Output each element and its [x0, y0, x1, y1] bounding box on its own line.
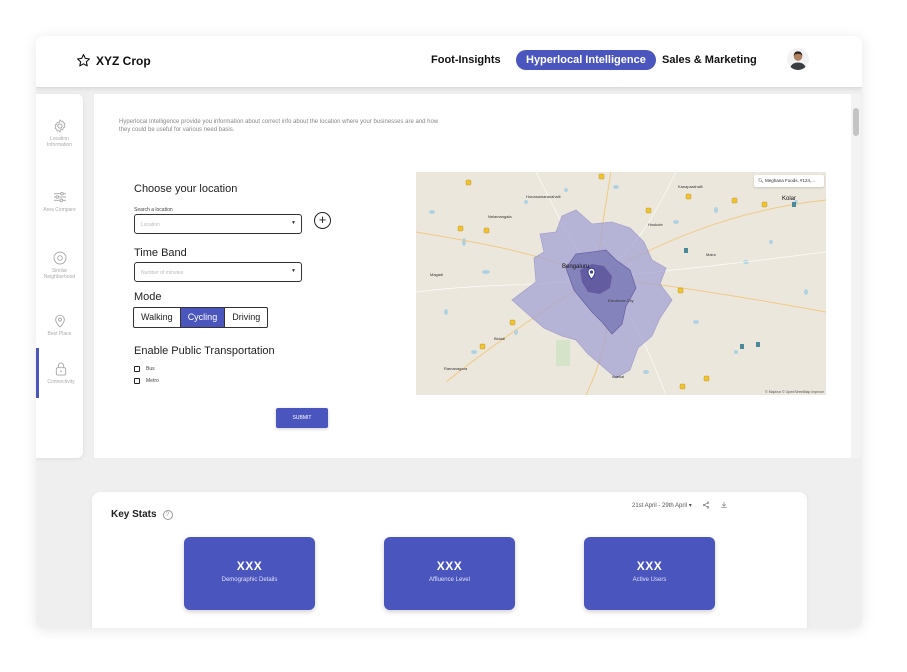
- map-label: Electronic City: [608, 298, 634, 303]
- nav-hyperlocal-intelligence[interactable]: Hyperlocal Intelligence: [516, 50, 656, 70]
- top-header: XYZ Crop Foot-Insights Hyperlocal Intell…: [36, 36, 862, 88]
- stat-value: XXX: [636, 559, 663, 573]
- time-band-placeholder: Number of minutes: [141, 270, 184, 276]
- location-placeholder: Location: [141, 222, 160, 228]
- isochrone-map[interactable]: 🔍︎ Meghana Foods, #124,... Hunasamaranah…: [416, 172, 826, 395]
- mode-driving-button[interactable]: Driving: [225, 308, 267, 327]
- mode-walking-button[interactable]: Walking: [134, 308, 181, 327]
- logo-text: XYZ Crop: [96, 53, 151, 68]
- bus-checkbox[interactable]: Bus: [134, 366, 155, 372]
- gear-icon: [54, 119, 65, 133]
- user-avatar-icon: [787, 48, 809, 70]
- sidebar-item-label: Location Information: [46, 136, 72, 148]
- map-label: Magadi: [430, 272, 444, 277]
- location-select[interactable]: Location ▼: [134, 214, 302, 234]
- caret-down-icon: ▼: [291, 268, 296, 274]
- submit-button[interactable]: SUBMIT: [276, 408, 328, 428]
- stat-label: Active Users: [632, 577, 667, 583]
- checkbox-box[interactable]: [134, 366, 140, 372]
- vertical-scrollbar[interactable]: [851, 94, 861, 458]
- nav-sales-marketing[interactable]: Sales & Marketing: [662, 50, 757, 70]
- sliders-icon: [53, 191, 66, 203]
- sidebar-item-location-information[interactable]: Location Information: [36, 108, 83, 158]
- map-search-text: Meghana Foods, #124,...: [764, 178, 816, 183]
- sidebar-item-area-compare[interactable]: Area Compare: [36, 176, 83, 226]
- date-range-select[interactable]: 21st April - 29th April ▾: [632, 502, 692, 509]
- stat-value: XXX: [436, 559, 463, 573]
- stat-value: XXX: [236, 559, 263, 573]
- date-range-controls: 21st April - 29th April ▾: [632, 501, 728, 509]
- stat-card-active-users[interactable]: XXX Active Users: [584, 537, 715, 610]
- map-label: Hoskote: [648, 222, 663, 227]
- key-stats-card: Key Stats ? 21st April - 29th April ▾ XX…: [92, 492, 807, 628]
- key-stats-label: Key Stats: [111, 509, 157, 520]
- map-label: Malur: [706, 252, 717, 257]
- bus-label: Bus: [146, 366, 155, 372]
- map-search-box[interactable]: 🔍︎ Meghana Foods, #124,...: [754, 175, 824, 187]
- map-label: Hunasamaranahalli: [526, 194, 561, 199]
- mode-cycling-button[interactable]: Cycling: [180, 308, 226, 327]
- avatar[interactable]: [787, 48, 809, 70]
- lock-icon: [55, 362, 67, 376]
- mode-title: Mode: [134, 291, 162, 303]
- metro-label: Metro: [146, 378, 159, 384]
- plus-icon: +: [318, 212, 327, 227]
- stat-card-demographic[interactable]: XXX Demographic Details: [184, 537, 315, 610]
- map-label: Ramanagara: [444, 366, 468, 371]
- nav-foot-insights[interactable]: Foot-Insights: [431, 50, 501, 70]
- map-canvas: [416, 172, 826, 395]
- add-location-button[interactable]: +: [314, 212, 331, 229]
- eye-icon: [53, 251, 66, 265]
- search-location-label: Search a location: [134, 207, 173, 213]
- map-label: Anekal: [612, 374, 625, 379]
- public-transport-title: Enable Public Transportation: [134, 345, 275, 357]
- stat-label: Demographic Details: [221, 577, 278, 583]
- search-icon: 🔍︎: [758, 178, 765, 183]
- time-band-title: Time Band: [134, 247, 187, 259]
- mode-toggle-group: Walking Cycling Driving: [133, 307, 269, 328]
- star-logo-icon: [77, 54, 90, 67]
- logo[interactable]: XYZ Crop: [76, 53, 151, 68]
- checkbox-box[interactable]: [134, 378, 140, 384]
- key-stats-title: Key Stats ?: [111, 509, 173, 520]
- map-attribution[interactable]: © Mapbox © OpenStreetMap Improve: [765, 390, 824, 394]
- map-label: Kanaparahalli: [678, 184, 703, 189]
- stat-card-affluence[interactable]: XXX Affluence Level: [384, 537, 515, 610]
- time-band-select[interactable]: Number of minutes ▼: [134, 262, 302, 282]
- sidebar-item-label: Best Place: [47, 331, 72, 337]
- share-icon[interactable]: [702, 501, 710, 509]
- scrollbar-thumb[interactable]: [853, 108, 859, 136]
- map-label: Bengaluru: [562, 264, 590, 270]
- sidebar-item-best-place[interactable]: Best Place: [36, 300, 83, 350]
- sidebar-item-label: Connectivity: [47, 379, 75, 385]
- caret-down-icon: ▼: [291, 220, 296, 226]
- intro-text: Hyperlocal Intelligence provide you info…: [119, 119, 439, 133]
- sidebar-item-similar-neighborhood[interactable]: Similar Neighborhood: [36, 240, 83, 290]
- location-pin-icon: [54, 314, 65, 328]
- choose-location-title: Choose your location: [134, 183, 238, 195]
- map-label: Bidadi: [494, 336, 506, 341]
- metro-checkbox[interactable]: Metro: [134, 378, 159, 384]
- download-icon[interactable]: [720, 501, 728, 509]
- date-range-text: 21st April - 29th April: [632, 502, 688, 509]
- sidebar-item-label: Similar Neighborhood: [43, 268, 76, 280]
- sidebar: Location Information Area Compare Simila…: [36, 94, 83, 458]
- map-label: Nelamangala: [488, 214, 512, 219]
- stat-label: Affluence Level: [429, 577, 470, 583]
- sidebar-item-connectivity[interactable]: Connectivity: [36, 348, 83, 398]
- map-label: Kolar: [782, 196, 797, 202]
- caret-down-icon: ▾: [688, 502, 692, 509]
- sidebar-item-label: Area Compare: [43, 207, 76, 213]
- app-window: XYZ Crop Foot-Insights Hyperlocal Intell…: [36, 36, 862, 628]
- help-icon[interactable]: ?: [162, 509, 173, 520]
